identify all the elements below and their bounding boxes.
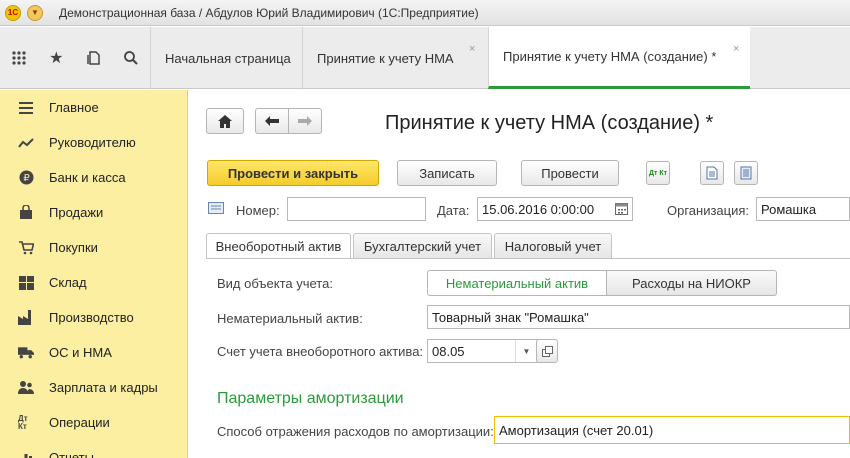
depreciation-method-input[interactable]: Амортизация (счет 20.01) (494, 416, 850, 444)
number-label: Номер: (236, 203, 280, 218)
sidebar: Главное Руководителю ₽ Банк и касса Прод… (0, 90, 188, 458)
tab-nma-list[interactable]: Принятие к учету НМА × (302, 27, 488, 89)
object-type-label: Вид объекта учета: (217, 276, 333, 291)
sidebar-item-label: ОС и НМА (49, 345, 112, 360)
sidebar-item-label: Операции (49, 415, 110, 430)
history-icon[interactable] (75, 27, 113, 89)
window-titlebar: 1С ▼ Демонстрационная база / Абдулов Юри… (0, 0, 850, 26)
close-icon[interactable]: × (469, 43, 475, 55)
factory-icon (18, 310, 34, 326)
sidebar-item-label: Банк и касса (49, 170, 126, 185)
grid-menu-icon[interactable] (0, 27, 38, 89)
account-select[interactable]: 08.05 ▼ (427, 339, 538, 363)
menu-lines-icon (18, 100, 34, 116)
main-menu-icon[interactable]: ▼ (27, 4, 43, 21)
number-input[interactable] (287, 197, 426, 221)
sidebar-item-label: Продажи (49, 205, 104, 220)
object-type-rnd-option[interactable]: Расходы на НИОКР (607, 270, 777, 296)
sidebar-item-purchases[interactable]: Покупки (0, 230, 187, 265)
report-icon (18, 450, 34, 458)
shopping-bag-icon (18, 205, 34, 221)
dropdown-arrow-icon[interactable]: ▼ (515, 340, 537, 362)
tab-tax-accounting[interactable]: Налоговый учет (494, 233, 612, 259)
sidebar-item-assets[interactable]: ОС и НМА (0, 335, 187, 370)
people-icon (18, 380, 34, 396)
sidebar-item-production[interactable]: Производство (0, 300, 187, 335)
post-and-close-button[interactable]: Провести и закрыть (207, 160, 379, 186)
top-toolbar: ★ Начальная страница Принятие к учету НМ… (0, 27, 850, 89)
intangible-asset-input[interactable]: Товарный знак "Ромашка" (427, 305, 850, 329)
date-input[interactable]: 15.06.2016 0:00:00 (477, 197, 633, 221)
sidebar-item-operations[interactable]: Дт Кт Операции (0, 405, 187, 440)
page-title: Принятие к учету НМА (создание) * (385, 112, 714, 134)
date-label: Дата: (437, 203, 470, 218)
sidebar-item-label: Отчеты (49, 450, 94, 458)
tab-accounting[interactable]: Бухгалтерский учет (353, 233, 492, 259)
close-icon[interactable]: × (733, 43, 739, 55)
organization-input[interactable]: Ромашка (756, 197, 850, 221)
tab-label: Принятие к учету НМА (317, 50, 454, 66)
sidebar-item-salary[interactable]: Зарплата и кадры (0, 370, 187, 405)
home-icon (218, 114, 232, 128)
list-report-icon[interactable] (734, 161, 758, 185)
back-button[interactable] (255, 108, 289, 134)
sidebar-item-manager[interactable]: Руководителю (0, 125, 187, 160)
sidebar-item-sales[interactable]: Продажи (0, 195, 187, 230)
calendar-icon[interactable] (615, 202, 628, 218)
depreciation-method-label: Способ отражения расходов по амортизации… (217, 424, 494, 439)
sidebar-item-label: Зарплата и кадры (49, 380, 158, 395)
sidebar-item-main[interactable]: Главное (0, 90, 187, 125)
tab-noncurrent-asset[interactable]: Внеоборотный актив (206, 233, 351, 259)
form-area: Принятие к учету НМА (создание) * Провес… (189, 90, 850, 458)
post-button[interactable]: Провести (521, 160, 619, 186)
open-link-icon[interactable] (536, 339, 558, 363)
sidebar-item-label: Покупки (49, 240, 98, 255)
date-value: 15.06.2016 0:00:00 (482, 201, 595, 217)
window-title: Демонстрационная база / Абдулов Юрий Вла… (59, 5, 479, 20)
tab-home-page[interactable]: Начальная страница (150, 27, 302, 89)
arrow-right-icon (298, 116, 312, 126)
favorites-star-icon[interactable]: ★ (38, 27, 76, 89)
app-logo-icon[interactable]: 1С (5, 4, 21, 21)
sidebar-item-warehouse[interactable]: Склад (0, 265, 187, 300)
arrow-left-icon (265, 116, 279, 126)
intangible-asset-label: Нематериальный актив: (217, 311, 363, 326)
account-label: Счет учета внеоборотного актива: (217, 344, 424, 359)
tab-nma-create[interactable]: Принятие к учету НМА (создание) * × (488, 27, 750, 89)
home-button[interactable] (206, 108, 244, 134)
comment-icon[interactable] (208, 202, 224, 217)
ruble-coin-icon: ₽ (18, 170, 34, 186)
cart-icon (18, 240, 34, 256)
sidebar-item-label: Руководителю (49, 135, 136, 150)
depreciation-section-title: Параметры амортизации (217, 390, 404, 407)
account-value: 08.05 (432, 343, 465, 359)
truck-icon (18, 345, 34, 361)
dt-kt-icon[interactable]: Дт Кт (646, 161, 670, 185)
object-type-intangible-option[interactable]: Нематериальный актив (427, 270, 607, 296)
forward-button[interactable] (288, 108, 322, 134)
dt-kt-icon: Дт Кт (18, 413, 28, 431)
organization-label: Организация: (667, 203, 750, 218)
sidebar-item-label: Главное (49, 100, 99, 115)
sidebar-item-reports[interactable]: Отчеты (0, 440, 187, 458)
trend-icon (18, 135, 34, 151)
search-icon[interactable] (113, 27, 151, 89)
save-button[interactable]: Записать (397, 160, 497, 186)
sidebar-item-label: Склад (49, 275, 87, 290)
sidebar-item-bank[interactable]: ₽ Банк и касса (0, 160, 187, 195)
svg-text:₽: ₽ (23, 173, 30, 184)
sidebar-item-label: Производство (49, 310, 134, 325)
tab-label: Принятие к учету НМА (создание) * (503, 49, 717, 64)
warehouse-icon (18, 275, 34, 291)
document-icon[interactable] (700, 161, 724, 185)
tab-label: Начальная страница (165, 50, 291, 66)
